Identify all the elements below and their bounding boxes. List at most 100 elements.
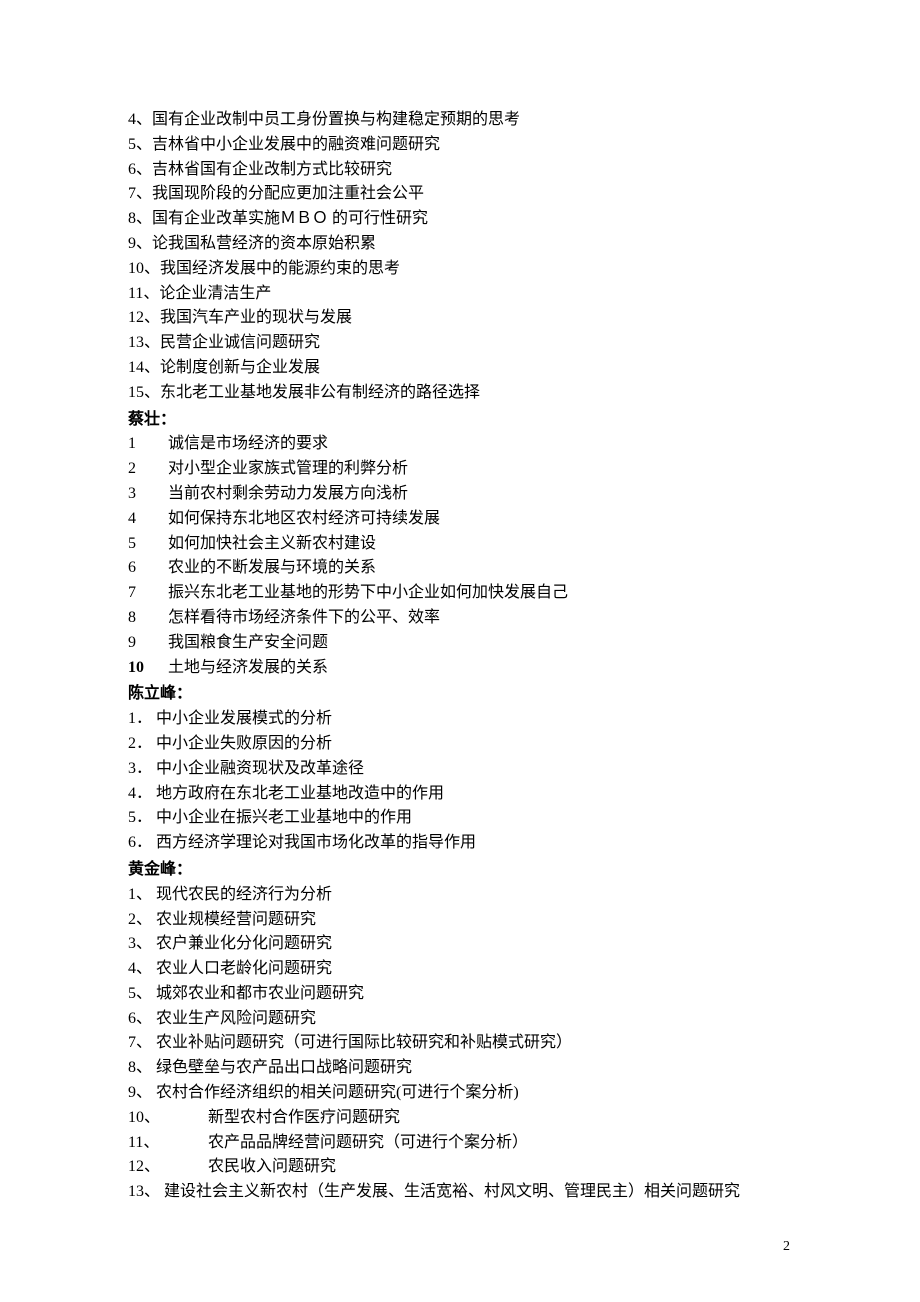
item-text: 对小型企业家族式管理的利弊分析 [168, 460, 408, 477]
item-number: 7 [128, 581, 168, 606]
list-item: 13、民营企业诚信问题研究 [128, 331, 792, 356]
list-item: 8、 绿色壁垒与农产品出口战略问题研究 [128, 1056, 792, 1081]
item-number: 2 [128, 457, 168, 482]
list-item: 7、 农业补贴问题研究（可进行国际比较研究和补贴模式研究） [128, 1031, 792, 1056]
list-item: 7、我国现阶段的分配应更加注重社会公平 [128, 182, 792, 207]
item-text: 我国经济发展中的能源约束的思考 [160, 260, 400, 277]
item-text: 国有企业改革实施ＭＢＯ 的可行性研究 [152, 210, 428, 227]
item-number: 2． [128, 735, 152, 752]
item-number: 5、 [128, 985, 156, 1002]
list-item: 5、 城郊农业和都市农业问题研究 [128, 982, 792, 1007]
list-item: 7振兴东北老工业基地的形势下中小企业如何加快发展自己 [128, 581, 792, 606]
item-number: 8、 [128, 1059, 156, 1076]
list-item: 8怎样看待市场经济条件下的公平、效率 [128, 606, 792, 631]
list-item: 1、 现代农民的经济行为分析 [128, 883, 792, 908]
item-number: 5． [128, 809, 152, 826]
item-text: 农业规模经营问题研究 [156, 911, 316, 928]
item-number: 9、 [128, 1084, 156, 1101]
item-text: 怎样看待市场经济条件下的公平、效率 [168, 609, 440, 626]
author-heading: 蔡壮： [128, 408, 792, 433]
list-item: 12、农民收入问题研究 [128, 1155, 792, 1180]
list-item: 6、吉林省国有企业改制方式比较研究 [128, 158, 792, 183]
item-number: 6． [128, 834, 152, 851]
list-item: 5． 中小企业在振兴老工业基地中的作用 [128, 806, 792, 831]
item-number: 4、 [128, 960, 156, 977]
item-number: 9、 [128, 235, 152, 252]
list-item: 6农业的不断发展与环境的关系 [128, 556, 792, 581]
item-number: 4、 [128, 111, 152, 128]
item-text: 中小企业融资现状及改革途径 [156, 760, 364, 777]
item-text: 农村合作经济组织的相关问题研究(可进行个案分析) [156, 1084, 519, 1101]
item-number: 7、 [128, 185, 152, 202]
list-item: 15、东北老工业基地发展非公有制经济的路径选择 [128, 381, 792, 406]
item-text: 当前农村剩余劳动力发展方向浅析 [168, 485, 408, 502]
list-item: 14、论制度创新与企业发展 [128, 356, 792, 381]
item-number: 3． [128, 760, 152, 777]
item-number: 10 [128, 656, 168, 681]
list-item: 4、国有企业改制中员工身份置换与构建稳定预期的思考 [128, 108, 792, 133]
item-number: 12、 [128, 309, 160, 326]
list-item: 6、 农业生产风险问题研究 [128, 1007, 792, 1032]
list-item: 3、 农户兼业化分化问题研究 [128, 932, 792, 957]
item-text: 东北老工业基地发展非公有制经济的路径选择 [160, 384, 480, 401]
item-number: 13、 [128, 334, 160, 351]
list-item: 10、新型农村合作医疗问题研究 [128, 1106, 792, 1131]
list-item: 11、论企业清洁生产 [128, 282, 792, 307]
item-text: 建设社会主义新农村（生产发展、生活宽裕、村风文明、管理民主）相关问题研究 [164, 1183, 740, 1200]
list-item: 4、 农业人口老龄化问题研究 [128, 957, 792, 982]
list-item: 12、我国汽车产业的现状与发展 [128, 306, 792, 331]
item-number: 8 [128, 606, 168, 631]
item-text: 我国现阶段的分配应更加注重社会公平 [152, 185, 424, 202]
item-text: 论制度创新与企业发展 [160, 359, 320, 376]
item-number: 1、 [128, 886, 156, 903]
item-text: 绿色壁垒与农产品出口战略问题研究 [156, 1059, 412, 1076]
item-number: 11、 [128, 285, 159, 302]
list-item: 11、农产品品牌经营问题研究（可进行个案分析） [128, 1131, 792, 1156]
item-number: 3 [128, 482, 168, 507]
item-text: 民营企业诚信问题研究 [160, 334, 320, 351]
list-item: 1． 中小企业发展模式的分析 [128, 707, 792, 732]
author-heading: 黄金峰： [128, 858, 792, 883]
item-text: 中小企业失败原因的分析 [156, 735, 332, 752]
item-number: 1 [128, 432, 168, 457]
item-text: 农民收入问题研究 [208, 1158, 336, 1175]
item-number: 14、 [128, 359, 160, 376]
list-item: 4如何保持东北地区农村经济可持续发展 [128, 507, 792, 532]
list-item: 2、 农业规模经营问题研究 [128, 908, 792, 933]
item-number: 10、 [128, 1106, 208, 1131]
list-item: 10土地与经济发展的关系 [128, 656, 792, 681]
list-item: 5、吉林省中小企业发展中的融资难问题研究 [128, 133, 792, 158]
item-text: 新型农村合作医疗问题研究 [208, 1109, 400, 1126]
item-number: 3、 [128, 935, 156, 952]
item-number: 11、 [128, 1131, 208, 1156]
list-item: 5如何加快社会主义新农村建设 [128, 532, 792, 557]
item-text: 农业生产风险问题研究 [156, 1010, 316, 1027]
item-text: 中小企业在振兴老工业基地中的作用 [156, 809, 412, 826]
item-text: 吉林省国有企业改制方式比较研究 [152, 161, 392, 178]
item-text: 我国粮食生产安全问题 [168, 634, 328, 651]
item-number: 4． [128, 785, 152, 802]
list-item: 9、 农村合作经济组织的相关问题研究(可进行个案分析) [128, 1081, 792, 1106]
item-text: 农产品品牌经营问题研究（可进行个案分析） [208, 1134, 528, 1151]
item-number: 10、 [128, 260, 160, 277]
item-number: 5 [128, 532, 168, 557]
item-number: 2、 [128, 911, 156, 928]
item-text: 地方政府在东北老工业基地改造中的作用 [156, 785, 444, 802]
author-heading: 陈立峰： [128, 682, 792, 707]
item-number: 1． [128, 710, 152, 727]
item-number: 9 [128, 631, 168, 656]
item-number: 6、 [128, 1010, 156, 1027]
item-text: 国有企业改制中员工身份置换与构建稳定预期的思考 [152, 111, 520, 128]
list-item: 2． 中小企业失败原因的分析 [128, 732, 792, 757]
page-number: 2 [783, 1236, 790, 1258]
item-number: 13、 [128, 1183, 164, 1200]
list-item: 13、 建设社会主义新农村（生产发展、生活宽裕、村风文明、管理民主）相关问题研究 [128, 1180, 792, 1205]
item-number: 15、 [128, 384, 160, 401]
item-text: 诚信是市场经济的要求 [168, 435, 328, 452]
item-text: 农业补贴问题研究（可进行国际比较研究和补贴模式研究） [156, 1034, 572, 1051]
item-text: 中小企业发展模式的分析 [156, 710, 332, 727]
item-text: 土地与经济发展的关系 [168, 659, 328, 676]
item-number: 6、 [128, 161, 152, 178]
item-text: 城郊农业和都市农业问题研究 [156, 985, 364, 1002]
item-text: 西方经济学理论对我国市场化改革的指导作用 [156, 834, 476, 851]
